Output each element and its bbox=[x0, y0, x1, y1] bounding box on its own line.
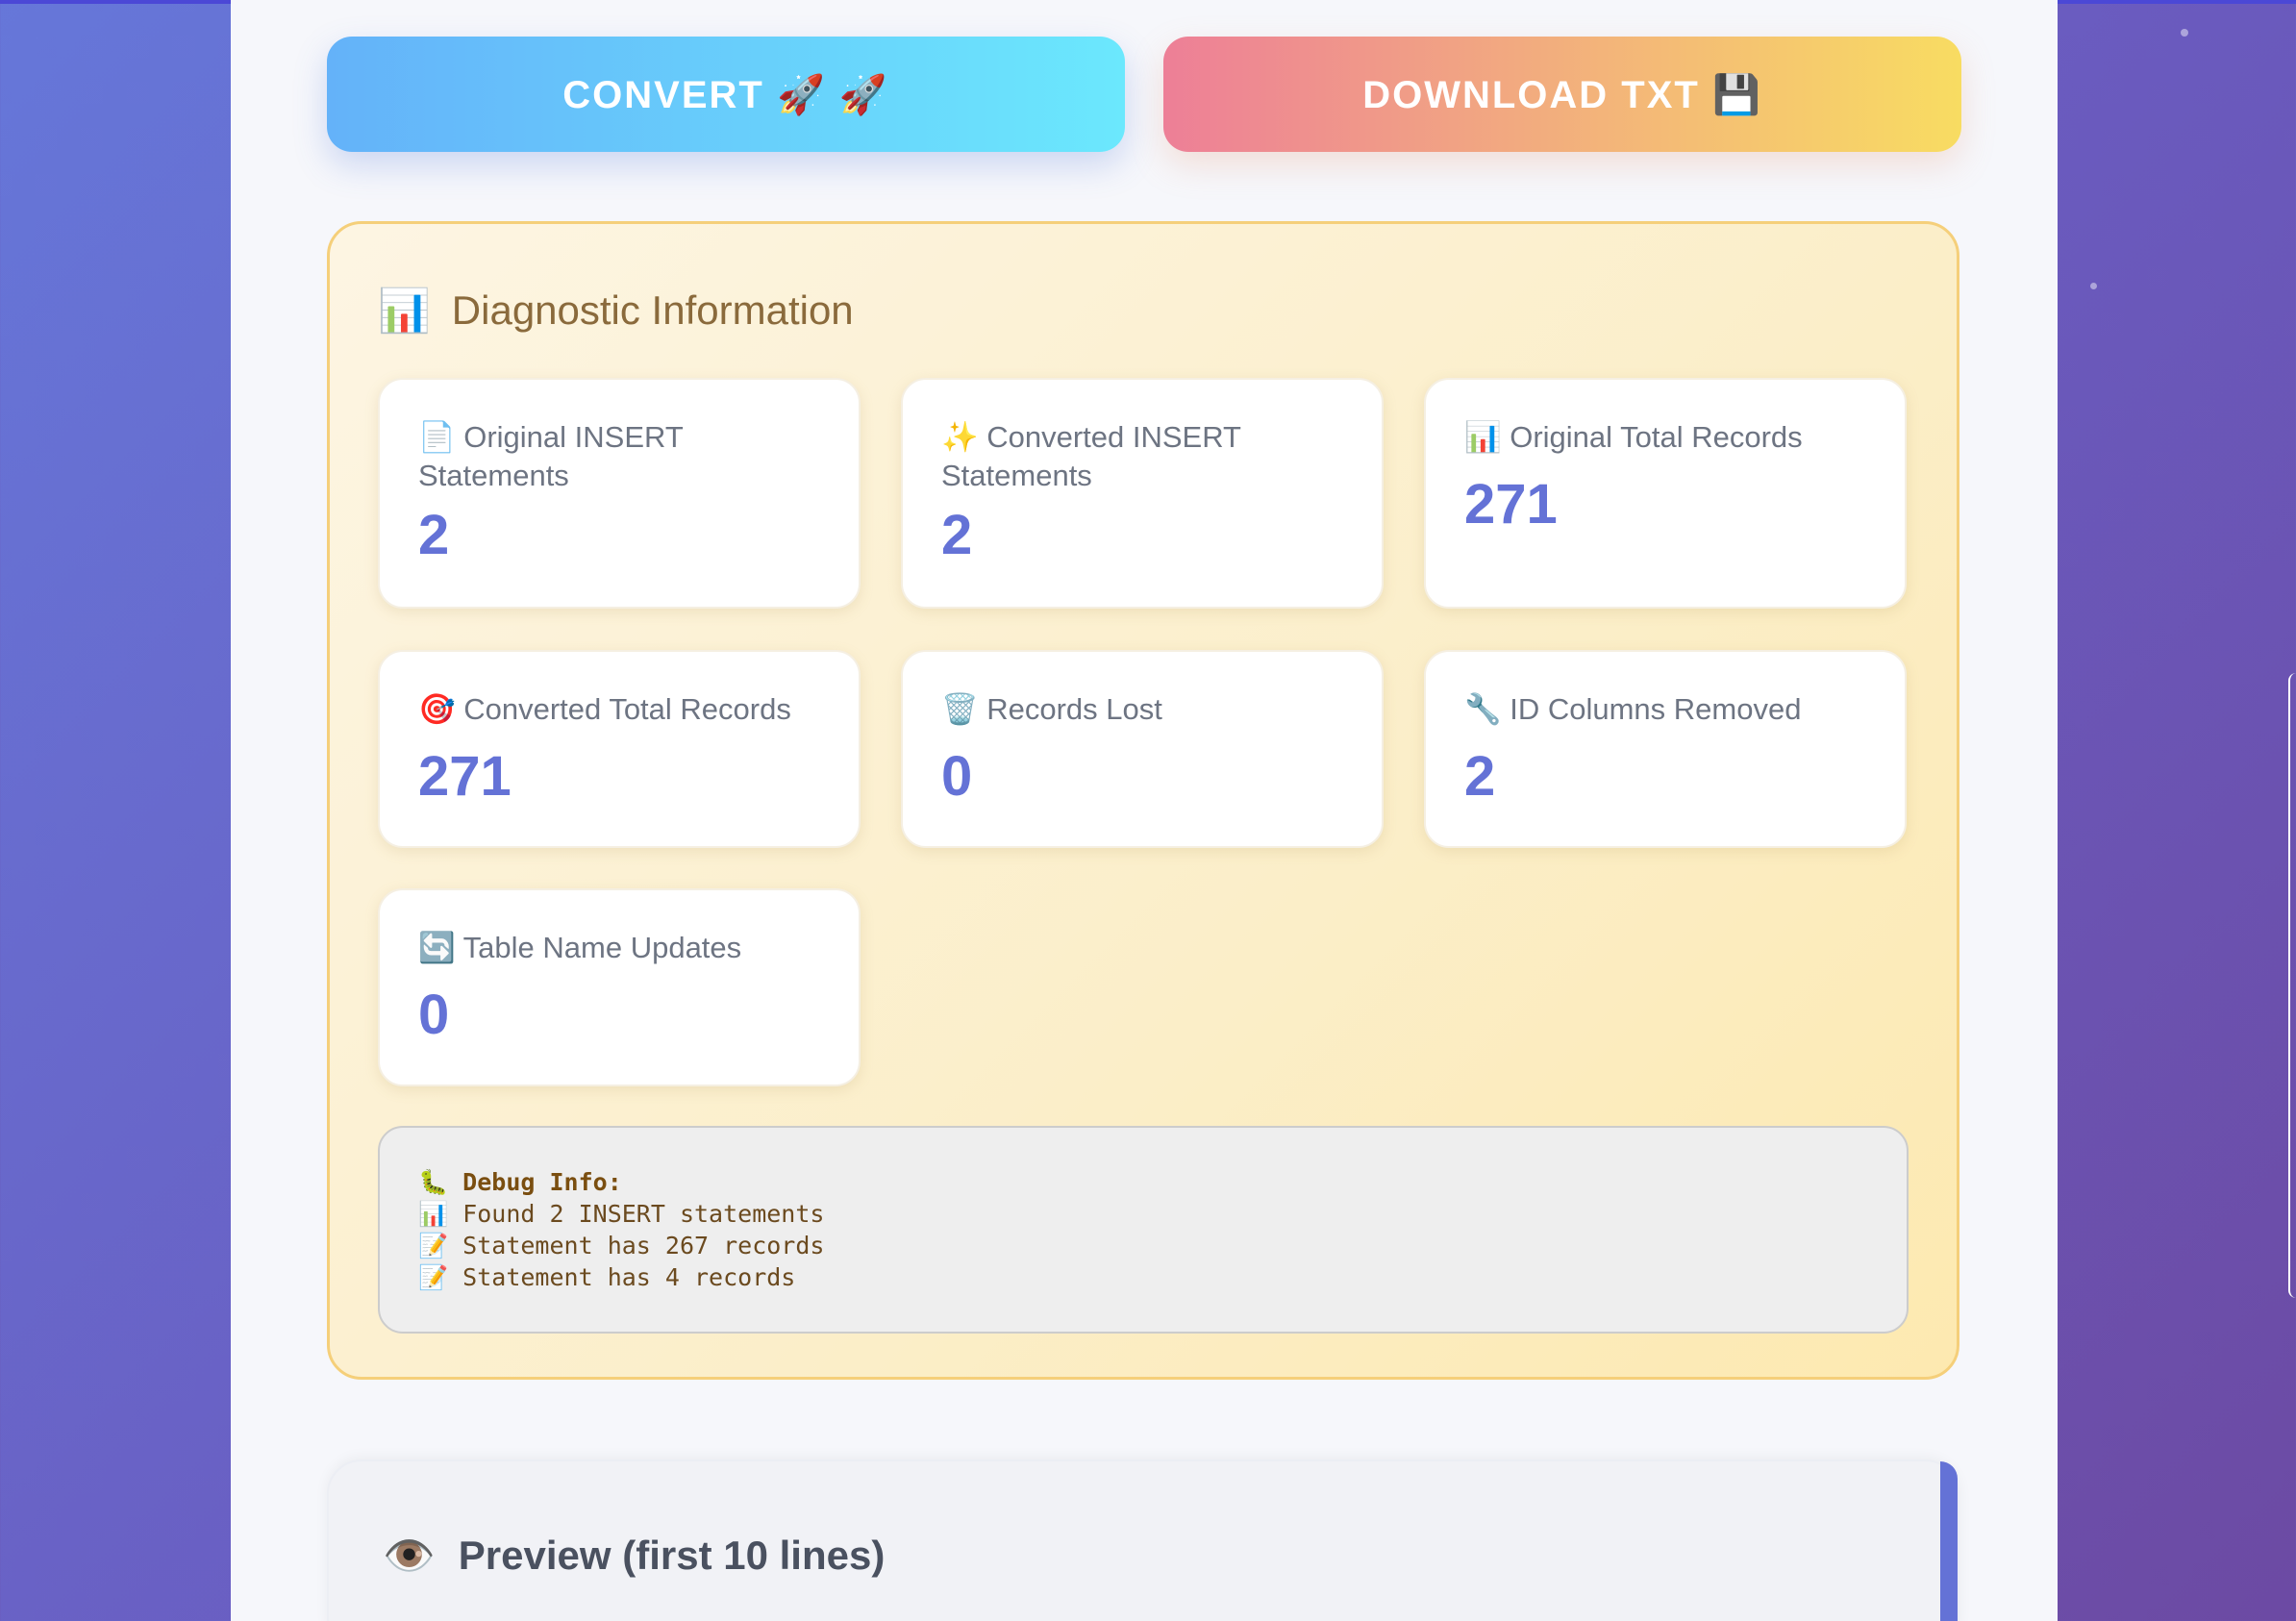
stat-label: 🎯 Converted Total Records bbox=[418, 692, 791, 726]
preview-panel: 👁️ Preview (first 10 lines) bbox=[327, 1459, 1959, 1621]
debug-info-box: 🐛 Debug Info: 📊 Found 2 INSERT statement… bbox=[378, 1126, 1909, 1334]
diagnostic-panel: 📊 Diagnostic Information 📄 Original INSE… bbox=[327, 221, 1959, 1380]
bar-chart-icon: 📊 bbox=[378, 287, 431, 335]
debug-line: 📊 Found 2 INSERT statements bbox=[418, 1200, 825, 1228]
stat-value: 2 bbox=[941, 504, 973, 566]
scrollbar[interactable] bbox=[2288, 673, 2296, 1298]
stat-card-records-lost: 🗑️ Records Lost 0 bbox=[901, 650, 1384, 848]
main-container: CONVERT 🚀 🚀 DOWNLOAD TXT 💾 📊 Diagnostic … bbox=[231, 0, 2058, 1621]
stat-value: 0 bbox=[418, 984, 450, 1046]
sparkles-icon: ✨ bbox=[941, 420, 979, 454]
stat-card-id-columns-removed: 🔧 ID Columns Removed 2 bbox=[1424, 650, 1907, 848]
stat-label: 📊 Original Total Records bbox=[1464, 420, 1803, 454]
document-icon: 📄 bbox=[418, 420, 456, 454]
stat-label: ✨ Converted INSERT Statements bbox=[941, 420, 1241, 492]
bar-chart-icon: 📊 bbox=[1464, 420, 1502, 454]
diagnostic-title-text: Diagnostic Information bbox=[451, 287, 854, 333]
preview-title-text: Preview (first 10 lines) bbox=[458, 1533, 886, 1578]
trash-icon: 🗑️ bbox=[941, 692, 979, 726]
preview-title: 👁️ Preview (first 10 lines) bbox=[383, 1527, 885, 1584]
stat-label: 🗑️ Records Lost bbox=[941, 692, 1162, 726]
stat-card-table-name-updates: 🔄 Table Name Updates 0 bbox=[378, 888, 861, 1086]
preview-accent-bar bbox=[1940, 1461, 1958, 1621]
debug-line: 📝 Statement has 267 records bbox=[418, 1232, 825, 1259]
stat-card-original-insert-statements: 📄 Original INSERT Statements 2 bbox=[378, 378, 861, 609]
target-icon: 🎯 bbox=[418, 692, 456, 726]
action-buttons: CONVERT 🚀 🚀 DOWNLOAD TXT 💾 bbox=[327, 37, 1961, 154]
stat-label: 🔧 ID Columns Removed bbox=[1464, 692, 1802, 726]
stat-label: 🔄 Table Name Updates bbox=[418, 931, 742, 964]
stat-card-original-total-records: 📊 Original Total Records 271 bbox=[1424, 378, 1907, 609]
stat-value: 2 bbox=[1464, 745, 1496, 808]
refresh-icon: 🔄 bbox=[418, 931, 456, 964]
stat-value: 271 bbox=[1464, 473, 1558, 536]
diagnostic-title: 📊 Diagnostic Information bbox=[378, 282, 854, 339]
stat-value: 271 bbox=[418, 745, 512, 808]
wrench-icon: 🔧 bbox=[1464, 692, 1502, 726]
convert-button[interactable]: CONVERT 🚀 🚀 bbox=[327, 37, 1125, 152]
background-star bbox=[2181, 29, 2188, 37]
background-star bbox=[2090, 283, 2097, 289]
debug-heading: 🐛 Debug Info: bbox=[418, 1168, 622, 1196]
stat-value: 2 bbox=[418, 504, 450, 566]
convert-button-label: CONVERT 🚀 🚀 bbox=[562, 73, 889, 116]
stat-label: 📄 Original INSERT Statements bbox=[418, 420, 684, 492]
stat-value: 0 bbox=[941, 745, 973, 808]
download-txt-button[interactable]: DOWNLOAD TXT 💾 bbox=[1163, 37, 1961, 152]
debug-line: 📝 Statement has 4 records bbox=[418, 1263, 796, 1291]
stat-card-converted-total-records: 🎯 Converted Total Records 271 bbox=[378, 650, 861, 848]
eye-icon: 👁️ bbox=[383, 1533, 436, 1580]
download-button-label: DOWNLOAD TXT 💾 bbox=[1362, 73, 1762, 116]
stat-card-converted-insert-statements: ✨ Converted INSERT Statements 2 bbox=[901, 378, 1384, 609]
